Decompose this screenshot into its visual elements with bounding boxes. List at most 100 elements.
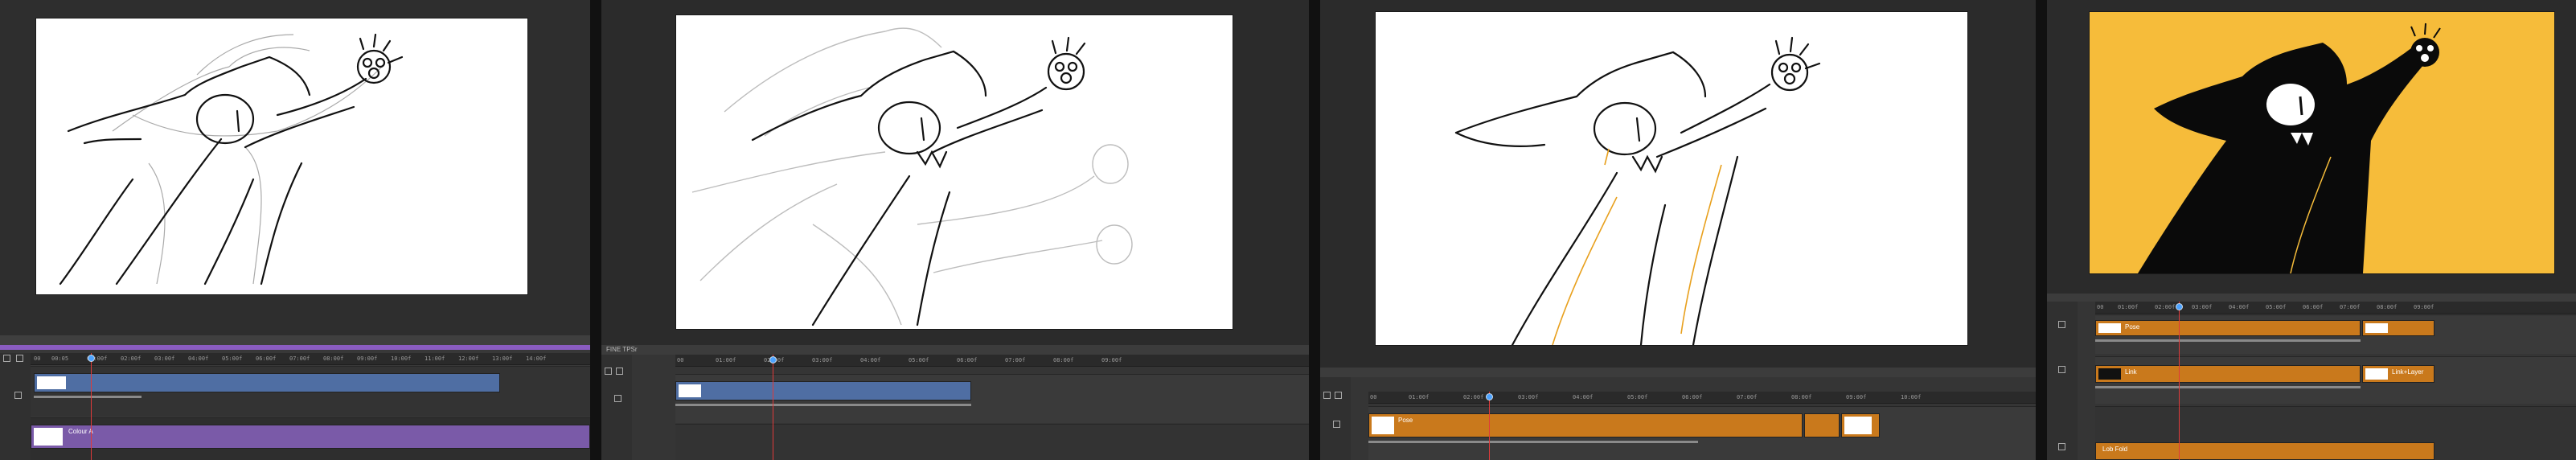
ruler-tick: 07:00f (1005, 357, 1026, 363)
clip-waveform (1368, 441, 1698, 443)
ruler-tick: 04:00f (860, 357, 881, 363)
ruler-tick: 10:00f (1901, 394, 1922, 400)
ruler-tick: 01:00f (716, 357, 736, 363)
ruler-tick: 06:00f (256, 355, 277, 362)
timeline-panel2: FINE TPSr 00 01:00f 02:00f 03:00f 04:00f… (601, 345, 1309, 460)
clip-label: Colour A (68, 428, 93, 435)
video-track-1[interactable] (675, 374, 1309, 423)
clip-orange-3[interactable] (1841, 413, 1880, 437)
ruler-tick: 12:00f (458, 355, 479, 362)
pause-icon[interactable] (1333, 421, 1340, 428)
video-track-1[interactable] (31, 366, 590, 417)
track-controls (0, 353, 31, 460)
ruler-tick: 00 (2097, 304, 2104, 310)
clip-blue[interactable] (675, 381, 971, 400)
ruler-tick: 01:00f (2118, 304, 2139, 310)
ruler-tick: 03:00f (154, 355, 175, 362)
ruler-tick: 03:00f (812, 357, 833, 363)
canvas-color[interactable] (2089, 11, 2555, 274)
clip-orange[interactable]: Pose (2095, 320, 2361, 336)
clip-waveform (2095, 339, 2361, 342)
link-icon[interactable] (616, 368, 623, 375)
ruler-tick: 04:00f (188, 355, 209, 362)
scissors-icon[interactable] (1323, 392, 1331, 399)
link-icon[interactable] (1335, 392, 1342, 399)
clip-label: Link (2125, 368, 2137, 376)
time-ruler[interactable]: 00 01:00f 02:00f 03:00f 04:00f 05:00f 06… (1368, 392, 2036, 404)
clip-label: Link+Layer (2392, 368, 2424, 376)
ruler-tick: 10:00f (391, 355, 412, 362)
canvas-rough[interactable] (35, 18, 528, 295)
ruler-tick: 07:00f (2340, 304, 2361, 310)
clip-blue[interactable] (34, 373, 500, 392)
timeline-header (1320, 368, 2036, 377)
link-icon[interactable] (16, 355, 23, 362)
playhead-knob[interactable] (1486, 393, 1493, 400)
ruler-tick: 09:00f (1101, 357, 1122, 363)
ruler-tick: 03:00f (1518, 394, 1539, 400)
timeline-titlebar: FINE TPSr (601, 345, 1309, 355)
playhead[interactable] (2179, 302, 2180, 460)
ruler-tick: 02:00f (121, 355, 142, 362)
panel-onion-skin: FINE TPSr 00 01:00f 02:00f 03:00f 04:00f… (601, 0, 1309, 460)
ruler-tick: 05:00f (909, 357, 929, 363)
video-track-1[interactable]: Pose (2095, 314, 2576, 354)
time-ruler[interactable]: 00 00:05 01:00f 02:00f 03:00f 04:00f 05:… (31, 353, 590, 365)
ruler-tick: 14:00f (526, 355, 547, 362)
clip-purple[interactable]: Colour A (31, 425, 590, 449)
video-track-2[interactable]: Colour A (31, 417, 590, 460)
add-icon[interactable] (2058, 366, 2065, 373)
time-ruler[interactable]: 00 01:00f 02:00f 03:00f 04:00f 05:00f 06… (2095, 302, 2576, 314)
ruler-tick: 02:00f (2155, 304, 2176, 310)
clip-orange-2[interactable] (1804, 413, 1840, 437)
add-icon[interactable] (2058, 321, 2065, 328)
clip-thumbnail (2098, 368, 2121, 380)
pause-icon[interactable] (614, 395, 621, 402)
playhead-knob[interactable] (769, 356, 777, 363)
ruler-tick: 07:00f (289, 355, 310, 362)
clip-waveform (2095, 386, 2361, 388)
ruler-tick: 13:00f (492, 355, 513, 362)
playhead[interactable] (1489, 392, 1490, 460)
clip-orange-2[interactable]: Link+Layer (2362, 365, 2434, 383)
clip-label: Pose (1398, 417, 1413, 424)
scissors-icon[interactable] (605, 368, 612, 375)
panel-separator (1309, 0, 1320, 460)
ruler-tick: 06:00f (1682, 394, 1703, 400)
cat-sketch-onion (691, 27, 1133, 327)
ruler-tick: 08:00f (2377, 304, 2398, 310)
ruler-tick: 02:00f (1463, 394, 1484, 400)
clip-thumbnail (2098, 323, 2121, 333)
timeline-panel4: 00 01:00f 02:00f 03:00f 04:00f 05:00f 06… (2047, 294, 2576, 460)
panel-line-art: 00 01:00f 02:00f 03:00f 04:00f 05:00f 06… (1320, 0, 2036, 460)
add-icon[interactable] (2058, 443, 2065, 450)
clip-label: Lob Fold (2102, 446, 2128, 453)
clip-orange-2[interactable] (2362, 320, 2434, 336)
clip-orange[interactable]: Pose (1368, 413, 1803, 437)
timeline-panel3: 00 01:00f 02:00f 03:00f 04:00f 05:00f 06… (1320, 368, 2036, 460)
clip-label: Pose (2125, 323, 2140, 331)
clip-thumbnail (2365, 368, 2388, 380)
video-track-2[interactable]: Link Link+Layer (2095, 356, 2576, 404)
clip-thumbnail (1372, 417, 1394, 434)
playhead-knob[interactable] (2176, 303, 2183, 310)
playhead[interactable] (91, 353, 92, 460)
clip-orange[interactable]: Lob Fold (2095, 442, 2434, 460)
ruler-tick: 05:00f (2266, 304, 2287, 310)
video-track-1[interactable]: Pose (1368, 406, 2036, 460)
video-track-2[interactable] (675, 424, 1309, 460)
cat-sketch-rough (59, 33, 404, 285)
ruler-tick: 11:00f (425, 355, 445, 362)
panel-final-color: 00 01:00f 02:00f 03:00f 04:00f 05:00f 06… (2047, 0, 2576, 460)
scissors-icon[interactable] (3, 355, 10, 362)
pause-icon[interactable] (14, 392, 22, 399)
playhead-knob[interactable] (88, 355, 95, 362)
clip-orange[interactable]: Link (2095, 365, 2361, 383)
canvas-onion[interactable] (675, 14, 1233, 330)
canvas-lineart[interactable] (1375, 11, 1968, 346)
ruler-tick: 04:00f (2229, 304, 2250, 310)
track-controls (1320, 377, 1351, 460)
ruler-tick: 00:05 (51, 355, 69, 362)
video-track-3[interactable]: Lob Fold (2095, 406, 2576, 460)
cat-color (2138, 23, 2441, 273)
